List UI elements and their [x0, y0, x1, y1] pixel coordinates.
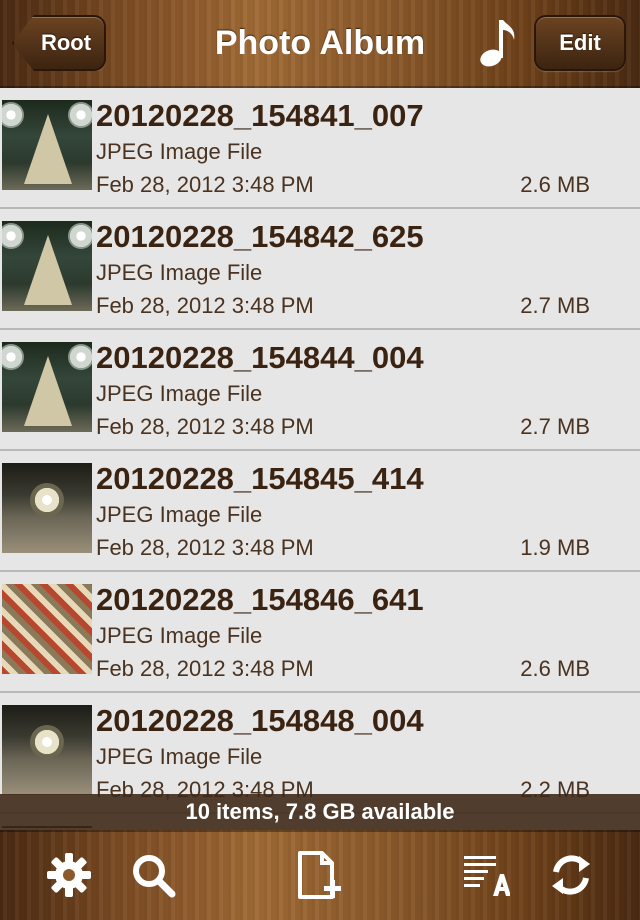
file-row[interactable]: 20120228_154846_641 JPEG Image File Feb 28… — [0, 572, 640, 693]
file-name: 20120228_154848_004 — [96, 703, 424, 738]
photo-thumbnail — [2, 221, 92, 311]
refresh-icon[interactable] — [546, 850, 596, 900]
edit-button[interactable]: Edit — [534, 15, 626, 71]
photo-thumbnail — [2, 342, 92, 432]
file-date: Feb 28, 2012 3:48 PM — [96, 172, 314, 197]
photo-thumbnail — [2, 705, 92, 795]
photo-thumbnail — [2, 584, 92, 674]
file-size: 2.7 MB — [520, 414, 590, 439]
file-row[interactable]: 20120228_154842_625 JPEG Image File Feb 28… — [0, 209, 640, 330]
status-bar: 10 items, 7.8 GB available — [0, 794, 640, 830]
file-size: 2.7 MB — [520, 293, 590, 318]
file-size: 2.6 MB — [520, 656, 590, 681]
file-size: 2.6 MB — [520, 172, 590, 197]
navigation-bar: Root Photo Album Edit — [0, 0, 640, 88]
chandelier-shape — [2, 102, 24, 128]
christmas-tree-shape — [24, 114, 72, 184]
photo-thumbnail — [2, 100, 92, 190]
new-file-icon[interactable] — [294, 850, 344, 900]
chandelier-shape — [2, 344, 24, 370]
bottom-toolbar — [0, 830, 640, 920]
gear-icon[interactable] — [44, 850, 94, 900]
chandelier-shape — [30, 483, 64, 517]
music-note-icon[interactable] — [478, 16, 518, 68]
file-name: 20120228_154845_414 — [96, 461, 424, 496]
file-type: JPEG Image File — [96, 623, 263, 648]
christmas-tree-shape — [24, 235, 72, 305]
sort-text-icon[interactable] — [460, 850, 511, 900]
file-name: 20120228_154844_004 — [96, 340, 424, 375]
file-type: JPEG Image File — [96, 139, 263, 164]
file-row[interactable]: 20120228_154841_007 JPEG Image File Feb 28… — [0, 88, 640, 209]
file-row[interactable]: 20120228_154845_414 JPEG Image File Feb 28… — [0, 451, 640, 572]
file-date: Feb 28, 2012 3:48 PM — [96, 414, 314, 439]
file-list[interactable]: 20120228_154841_007 JPEG Image File Feb 28… — [0, 88, 640, 828]
chandelier-shape — [30, 725, 64, 759]
file-type: JPEG Image File — [96, 744, 263, 769]
back-button-label: Root — [40, 30, 92, 55]
file-size: 1.9 MB — [520, 535, 590, 560]
edit-button-label: Edit — [559, 30, 601, 55]
file-name: 20120228_154842_625 — [96, 219, 424, 254]
file-name: 20120228_154846_641 — [96, 582, 424, 617]
christmas-tree-shape — [24, 356, 72, 426]
file-type: JPEG Image File — [96, 502, 263, 527]
photo-thumbnail — [2, 463, 92, 553]
file-date: Feb 28, 2012 3:48 PM — [96, 656, 314, 681]
file-type: JPEG Image File — [96, 260, 263, 285]
root-back-button[interactable]: Root — [12, 15, 106, 71]
file-date: Feb 28, 2012 3:48 PM — [96, 293, 314, 318]
search-icon[interactable] — [128, 850, 178, 900]
file-date: Feb 28, 2012 3:48 PM — [96, 535, 314, 560]
file-type: JPEG Image File — [96, 381, 263, 406]
file-row[interactable]: 20120228_154844_004 JPEG Image File Feb 28… — [0, 330, 640, 451]
chandelier-shape — [2, 223, 24, 249]
storage-status-text: 10 items, 7.8 GB available — [185, 799, 455, 824]
file-name: 20120228_154841_007 — [96, 98, 424, 133]
